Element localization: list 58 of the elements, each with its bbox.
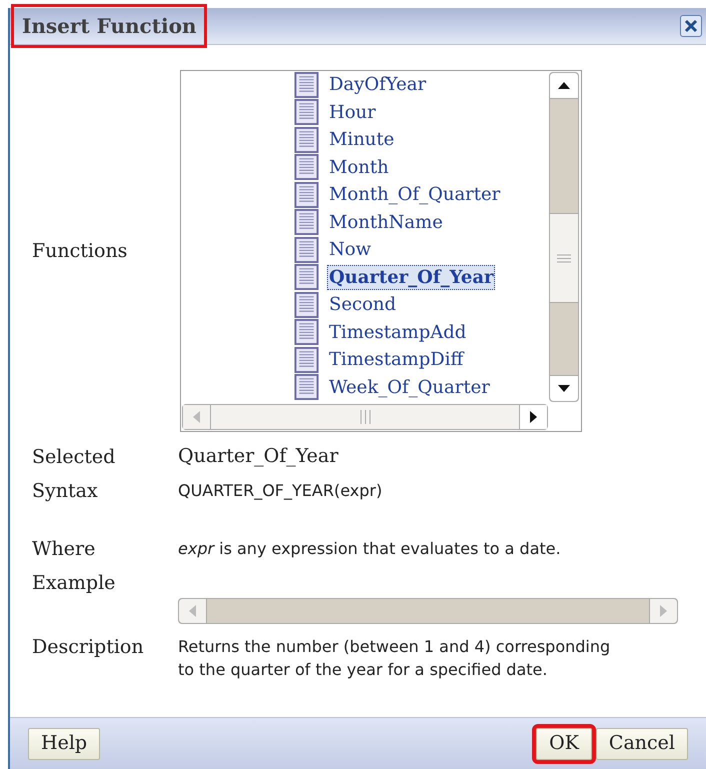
function-item[interactable]: Week_Of_Quarter <box>327 374 492 400</box>
left-arrow-icon <box>193 411 200 423</box>
grip-icon <box>557 254 571 262</box>
field-label: Example <box>32 571 116 596</box>
function-item[interactable]: Quarter_Of_Year <box>327 264 496 290</box>
vertical-scrollbar[interactable] <box>549 72 579 402</box>
field-label: Selected <box>32 445 116 470</box>
field-label: Syntax <box>32 479 99 504</box>
window-title: Insert Function <box>14 7 204 45</box>
document-icon <box>294 182 319 208</box>
document-icon <box>294 154 319 180</box>
dialog-button[interactable]: Help <box>28 728 100 760</box>
grip-icon <box>360 410 370 424</box>
scroll-up-button[interactable] <box>550 73 578 99</box>
function-item[interactable]: Minute <box>327 127 396 152</box>
field-label: Where <box>32 537 96 562</box>
function-item[interactable]: TimestampDiff <box>327 347 466 372</box>
scroll-left-button[interactable] <box>179 599 207 623</box>
scroll-thumb[interactable] <box>211 405 519 429</box>
scroll-down-button[interactable] <box>550 375 578 401</box>
document-icon <box>294 209 319 236</box>
scroll-right-button[interactable] <box>519 405 547 429</box>
field-value: expr is any expression that evaluates to a date. <box>178 538 562 560</box>
function-item[interactable]: MonthName <box>327 210 445 235</box>
dialog-button[interactable]: Cancel <box>596 728 688 760</box>
function-item[interactable]: DayOfYear <box>327 72 428 98</box>
horizontal-scrollbar[interactable] <box>178 598 678 624</box>
function-item[interactable]: Month_Of_Quarter <box>327 182 502 208</box>
right-arrow-icon <box>530 411 537 423</box>
document-icon <box>294 99 319 126</box>
close-icon <box>684 19 698 33</box>
document-icon <box>294 346 319 373</box>
document-icon <box>294 126 319 153</box>
function-item[interactable]: Now <box>327 237 373 262</box>
document-icon <box>294 319 319 346</box>
document-icon <box>294 264 319 290</box>
scroll-left-button[interactable] <box>183 405 211 429</box>
document-icon <box>294 374 319 400</box>
down-arrow-icon <box>558 385 570 392</box>
field-label: Functions <box>32 238 128 264</box>
up-arrow-icon <box>558 82 570 89</box>
document-icon <box>294 292 319 318</box>
right-arrow-icon <box>660 605 667 617</box>
function-list[interactable]: DayOfYear Hour Minute Month Month_Of_Quarter MonthName Now Quarter_Of_Year Second TimestampAdd TimestampDiff Week_Of_Quarter <box>180 70 582 432</box>
close-button[interactable] <box>680 15 702 37</box>
left-arrow-icon <box>189 605 196 617</box>
field-label: Description <box>32 635 145 660</box>
function-item[interactable]: Hour <box>327 100 378 125</box>
document-icon <box>294 72 319 98</box>
field-value: QUARTER_OF_YEAR(expr) <box>178 480 384 502</box>
field-value: Returns the number (between 1 and 4) corresponding to the quarter of the year for a specified date. <box>178 636 612 681</box>
function-item[interactable]: Month <box>327 154 391 180</box>
scroll-thumb[interactable] <box>550 213 578 303</box>
horizontal-scrollbar[interactable] <box>182 404 548 430</box>
function-item[interactable]: Second <box>327 292 398 318</box>
function-item[interactable]: TimestampAdd <box>327 320 468 345</box>
field-value: Quarter_Of_Year <box>178 444 340 468</box>
document-icon <box>294 236 319 263</box>
